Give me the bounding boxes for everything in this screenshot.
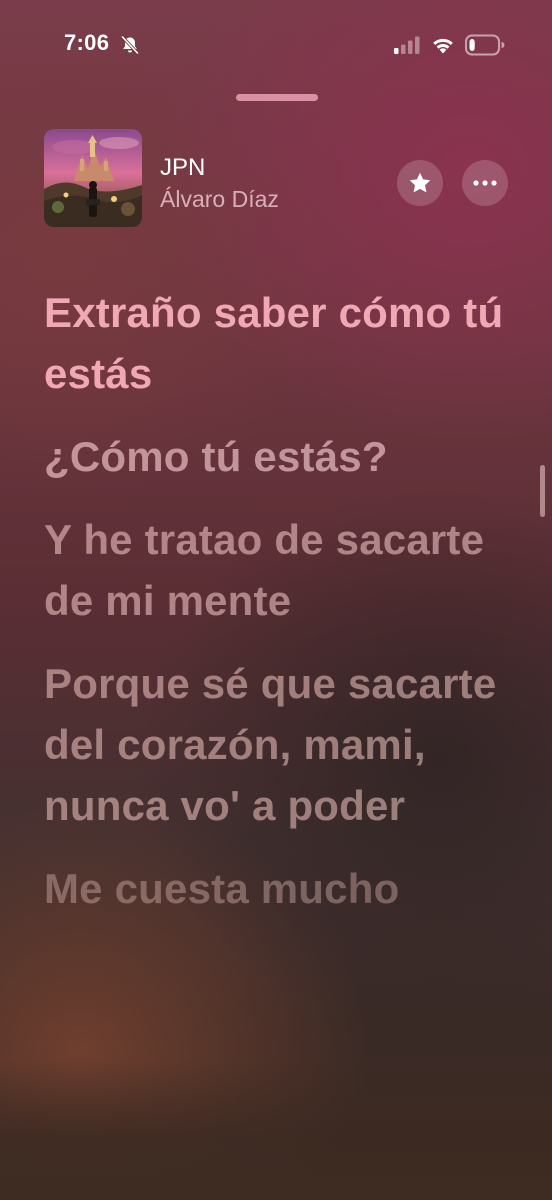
ellipsis-icon <box>473 180 497 186</box>
star-icon <box>408 171 432 195</box>
album-art[interactable] <box>44 129 142 227</box>
bell-slash-icon <box>120 35 140 55</box>
more-options-button[interactable] <box>462 160 508 206</box>
song-artist[interactable]: Álvaro Díaz <box>160 186 279 213</box>
wifi-icon <box>431 35 455 54</box>
lyric-line[interactable]: Me cuesta mucho <box>44 858 514 919</box>
song-title[interactable]: JPN <box>160 154 205 182</box>
lyrics-panel: Extraño saber cómo tú estás ¿Cómo tú est… <box>44 282 514 941</box>
lyric-line[interactable]: Y he tratao de sacarte de mi mente <box>44 509 514 631</box>
battery-icon <box>465 34 505 56</box>
lyric-line[interactable]: ¿Cómo tú estás? <box>44 426 514 487</box>
status-time: 7:06 <box>64 30 110 55</box>
sheet-grabber[interactable] <box>236 94 318 101</box>
lyric-line-active[interactable]: Extraño saber cómo tú estás <box>44 282 514 404</box>
status-bar: 7:06 <box>0 0 552 90</box>
lyric-line[interactable]: Porque sé que sacarte del corazón, mami,… <box>44 653 514 836</box>
cellular-signal-icon <box>394 36 420 54</box>
scroll-indicator[interactable] <box>540 465 545 517</box>
bottom-fade <box>0 1060 552 1200</box>
favorite-button[interactable] <box>397 160 443 206</box>
